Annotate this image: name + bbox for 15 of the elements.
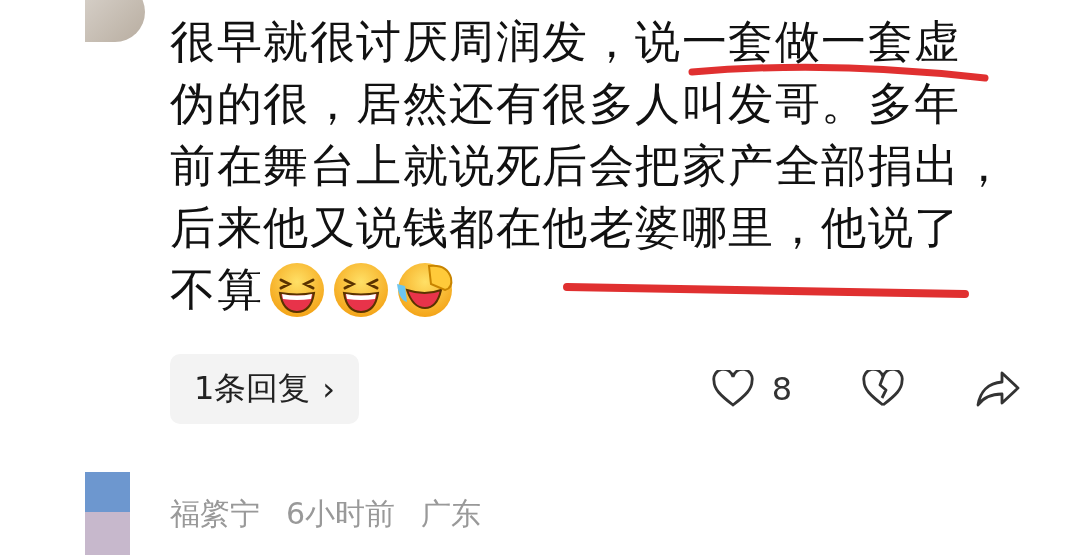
comment-text-line: 后来他又说钱都在他老婆哪里，他说了 <box>170 206 961 250</box>
comment-text-line: 不算 <box>170 268 263 312</box>
comment-location: 广东 <box>421 495 482 533</box>
comment-text-line: 伪的很，居然还有很多人叫发哥。多年 <box>170 82 961 126</box>
laughing-face-icon <box>331 260 391 320</box>
comment-time: 6小时前 <box>286 495 396 533</box>
share-icon[interactable] <box>976 370 1020 408</box>
broken-heart-icon[interactable] <box>862 370 904 408</box>
comment-text-line: 很早就很讨厌周润发，说一套做一套虚 <box>170 20 961 64</box>
heart-icon[interactable] <box>711 370 754 408</box>
comment-text-line: 前在舞台上就说死后会把家产全部捐出， <box>170 144 1007 188</box>
facepalm-face-icon <box>395 260 455 320</box>
like-count: 8 <box>771 370 792 408</box>
replies-button[interactable]: 1条回复 › <box>170 354 360 424</box>
laughing-face-icon <box>267 260 327 320</box>
